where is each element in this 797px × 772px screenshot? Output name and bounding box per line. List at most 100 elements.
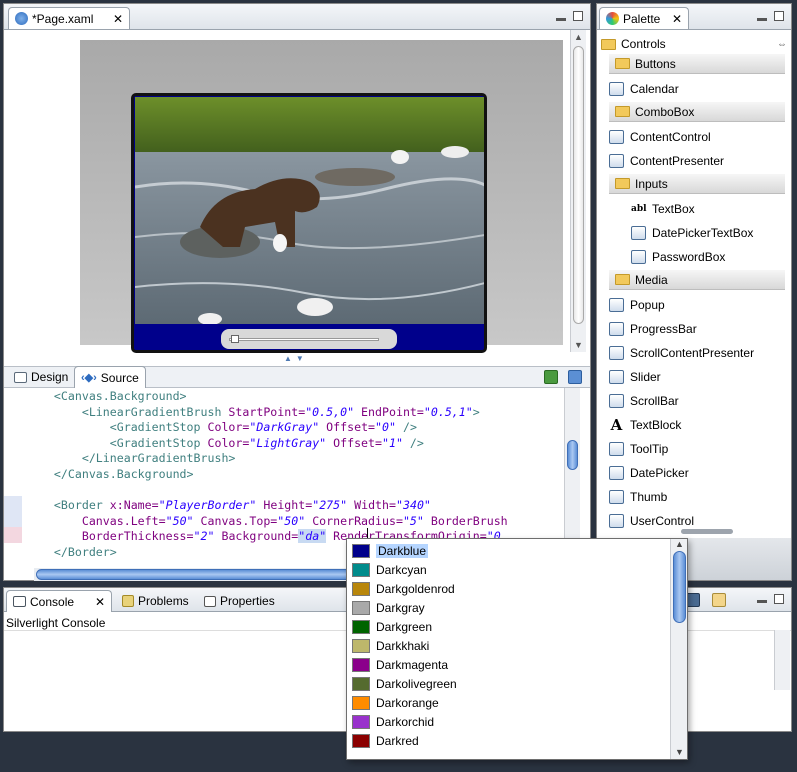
code-token: "0.5,0" [305, 404, 355, 419]
color-option[interactable]: Darkcyan [349, 560, 649, 579]
color-option-label: Darkred [376, 733, 419, 748]
minimize-icon[interactable] [757, 18, 767, 21]
maximize-icon[interactable] [774, 11, 784, 21]
color-autocomplete-popup[interactable]: Darkblue Darkcyan Darkgoldenrod Darkgray Dar… [346, 538, 688, 760]
minimize-icon[interactable] [757, 600, 767, 603]
code-token: </Border> [26, 545, 117, 559]
tab-properties[interactable]: Properties [198, 590, 281, 612]
color-option-label: Darkgray [376, 600, 425, 615]
close-icon[interactable]: ✕ [95, 595, 105, 609]
design-view-icon [14, 371, 27, 383]
code-token: "PlayerBorder" [158, 498, 257, 513]
refresh-icon[interactable] [544, 370, 558, 384]
xaml-file-icon [15, 12, 28, 25]
palette-item-scrollbar[interactable]: ScrollBar [609, 390, 679, 412]
popup-scroll-thumb[interactable] [673, 551, 686, 623]
scroll-down-icon[interactable]: ▼ [675, 747, 684, 757]
palette-hscroll[interactable] [681, 529, 733, 534]
palette-item-label: TextBox [652, 202, 695, 216]
palette-item-label: Inputs [635, 176, 668, 191]
palette-item-slider[interactable]: Slider [609, 366, 661, 388]
tab-design[interactable]: Design [8, 367, 74, 387]
palette-item-textbox[interactable]: abl TextBox [631, 198, 695, 220]
color-option[interactable]: Darkred [349, 731, 649, 750]
minimize-icon[interactable] [556, 18, 566, 21]
design-scroll-thumb[interactable] [573, 46, 584, 324]
usercontrol-icon [609, 514, 624, 528]
palette-item-popup[interactable]: Popup [609, 294, 665, 316]
palette-group-media[interactable]: Media [609, 270, 785, 290]
code-line: <GradientStop Color="LightGray" Offset="… [4, 436, 564, 452]
color-swatch [352, 714, 370, 729]
maximize-icon[interactable] [573, 11, 583, 21]
scrollbar-icon [609, 394, 624, 408]
seek-thumb[interactable] [231, 335, 239, 343]
scroll-up-icon[interactable]: ▲ [574, 32, 583, 42]
tab-source[interactable]: ‹◆› Source [74, 366, 146, 388]
palette-item-scrollcontentpresenter[interactable]: ScrollContentPresenter [609, 342, 754, 364]
scroll-up-icon[interactable]: ▲ [675, 539, 684, 549]
source-scroll-thumb[interactable] [567, 440, 578, 470]
design-scrollbar[interactable]: ▲ ▼ [570, 30, 586, 352]
close-icon[interactable]: ✕ [113, 12, 123, 26]
color-option[interactable]: Darkmagenta [349, 655, 649, 674]
color-option[interactable]: Darkgoldenrod [349, 579, 649, 598]
design-view: ▲ ▼ [4, 30, 586, 353]
player-control-bar[interactable] [221, 329, 397, 349]
palette-group-buttons[interactable]: Buttons [609, 54, 785, 74]
palette-item-thumb[interactable]: Thumb [609, 486, 667, 508]
color-option[interactable]: Darkolivegreen [349, 674, 649, 693]
palette-item-contentcontrol[interactable]: ContentControl [609, 126, 711, 148]
console-scrollbar[interactable] [774, 630, 790, 690]
code-token: "0.5,1" [423, 404, 473, 419]
collapse-icon[interactable]: ⇔ [777, 39, 787, 50]
tab-problems-label: Problems [138, 594, 189, 608]
palette-item-label: DatePickerTextBox [652, 226, 754, 240]
palette-tabbar: Palette ✕ [597, 4, 791, 30]
color-option[interactable]: Darkblue [349, 541, 649, 560]
split-handle[interactable]: ▲▼ [284, 354, 308, 363]
palette-item-datepicker[interactable]: DatePicker [609, 462, 689, 484]
color-option[interactable]: Darkorchid [349, 712, 649, 731]
code-token: Width= [347, 498, 396, 513]
code-token: /> [402, 435, 424, 450]
close-icon[interactable]: ✕ [672, 12, 682, 26]
palette-group-combobox[interactable]: ComboBox [609, 102, 785, 122]
player-border[interactable] [131, 93, 487, 353]
palette-item-textblock[interactable]: A TextBlock [609, 414, 682, 436]
palette-item-passwordbox[interactable]: PasswordBox [631, 246, 725, 268]
export-icon[interactable] [568, 370, 582, 384]
palette-item-label: ContentControl [630, 130, 711, 144]
textblock-icon: A [610, 416, 623, 434]
palette-item-calendar[interactable]: Calendar [609, 78, 679, 100]
color-option[interactable]: Darkgray [349, 598, 649, 617]
seek-track[interactable] [229, 338, 379, 341]
color-option[interactable]: Darkorange [349, 693, 649, 712]
palette-item-datepickertextbox[interactable]: DatePickerTextBox [631, 222, 753, 244]
editor-tab[interactable]: *Page.xaml ✕ [8, 7, 130, 29]
console-icon [13, 596, 26, 607]
folder-icon [615, 58, 630, 69]
maximize-icon[interactable] [774, 594, 784, 604]
popup-scrollbar[interactable]: ▲ ▼ [670, 539, 687, 759]
palette-tab[interactable]: Palette ✕ [599, 7, 689, 29]
source-hscrollbar[interactable] [34, 568, 364, 581]
color-option[interactable]: Darkkhaki [349, 636, 649, 655]
palette-section-header[interactable]: Controls ⇔ [601, 34, 787, 54]
tooltip-icon [609, 442, 624, 456]
new-console-icon[interactable] [712, 593, 726, 607]
tab-problems[interactable]: Problems [116, 590, 195, 612]
tab-console[interactable]: Console ✕ [6, 590, 112, 612]
scroll-down-icon[interactable]: ▼ [574, 340, 583, 350]
hscroll-thumb[interactable] [36, 569, 362, 580]
palette-item-tooltip[interactable]: ToolTip [609, 438, 668, 460]
palette-item-contentpresenter[interactable]: ContentPresenter [609, 150, 724, 172]
palette-item-progressbar[interactable]: ProgressBar [609, 318, 697, 340]
color-option[interactable]: Darkgreen [349, 617, 649, 636]
datepicker-icon [609, 466, 624, 480]
display-console-icon[interactable] [686, 593, 700, 607]
palette-item-label: Buttons [635, 56, 676, 71]
palette-group-inputs[interactable]: Inputs [609, 174, 785, 194]
problems-icon [122, 595, 134, 607]
palette-item-label: ComboBox [635, 104, 695, 119]
